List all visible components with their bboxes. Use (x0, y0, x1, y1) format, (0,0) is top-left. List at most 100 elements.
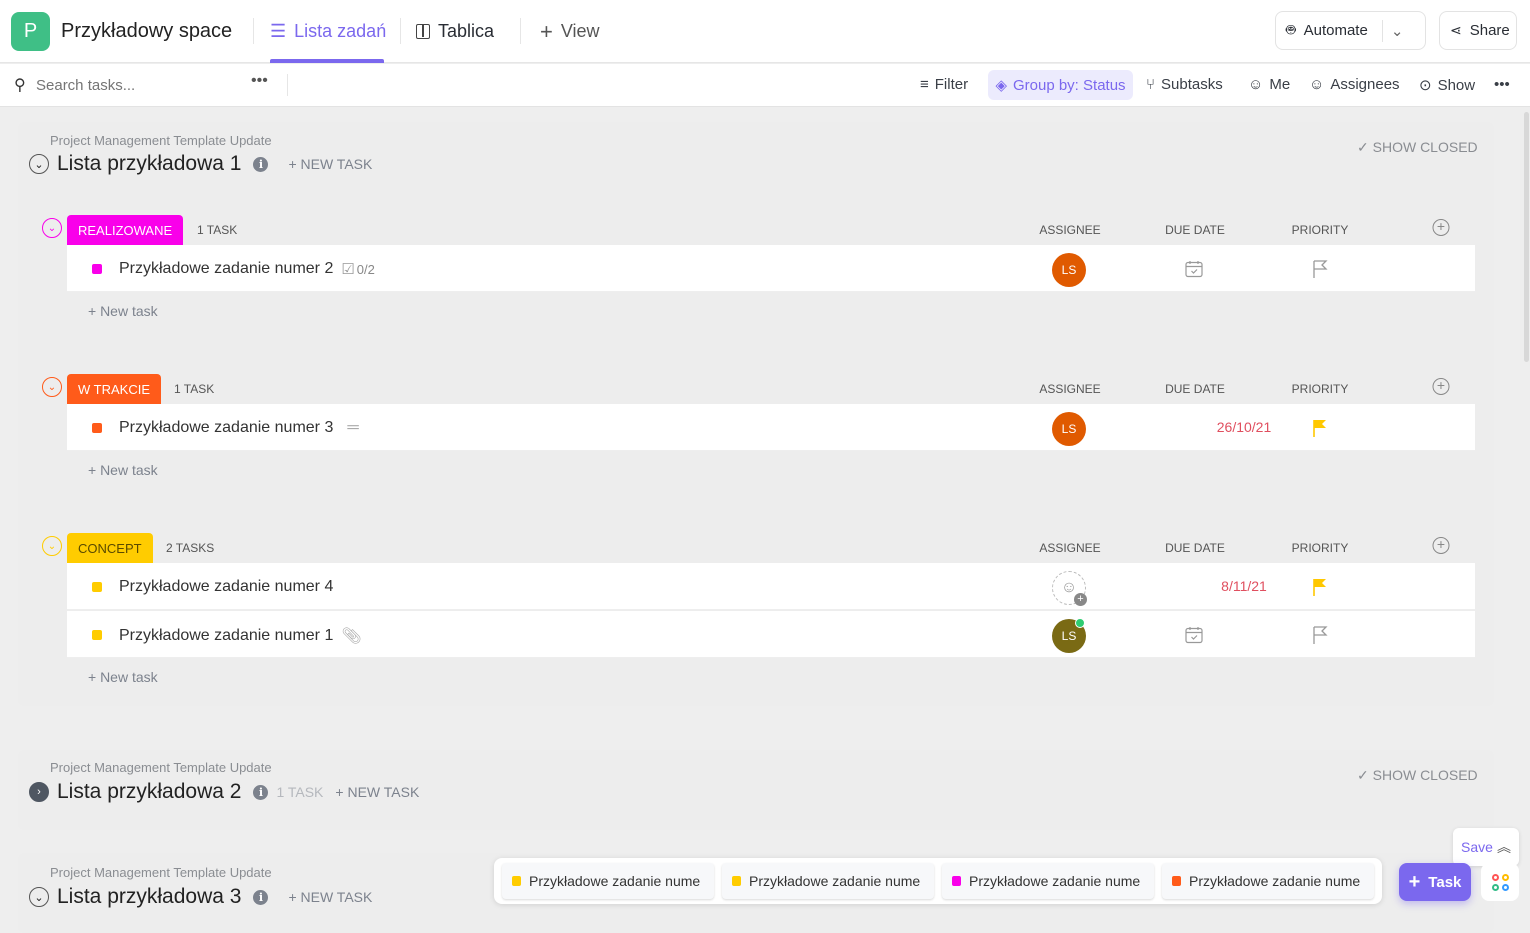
minimized-task-chip[interactable]: Przykładowe zadanie nume (1162, 863, 1374, 899)
list-icon: ☰ (270, 21, 287, 41)
column-header-priority[interactable]: PRIORITY (1292, 541, 1349, 555)
new-task-button[interactable]: + NEW TASK (288, 156, 372, 172)
scrollbar[interactable] (1524, 112, 1529, 362)
checklist-icon[interactable]: ☑ (341, 260, 354, 278)
column-header-assignee[interactable]: ASSIGNEE (1039, 223, 1100, 237)
list-title[interactable]: Lista przykładowa 1 (57, 152, 241, 176)
due-date[interactable]: 26/10/21 (1194, 419, 1294, 435)
status-pill[interactable]: CONCEPT (67, 533, 153, 563)
show-button[interactable]: ⊙ Show (1419, 76, 1475, 95)
more-icon[interactable]: ••• (251, 72, 268, 90)
show-closed-button[interactable]: ✓ SHOW CLOSED (1357, 139, 1478, 156)
tab-tablica[interactable]: Tablica (416, 21, 494, 42)
layers-icon: ◈ (995, 77, 1007, 94)
space-avatar[interactable]: P (11, 12, 50, 51)
column-header-assignee[interactable]: ASSIGNEE (1039, 382, 1100, 396)
automate-button[interactable]: 🤖︎ Automate ⌄ (1275, 11, 1426, 50)
chip-label: Przykładowe zadanie nume (749, 873, 921, 889)
divider (287, 74, 288, 96)
priority-flag-icon[interactable] (1311, 259, 1329, 284)
calendar-icon[interactable] (1184, 625, 1204, 650)
more-icon[interactable]: ••• (1494, 76, 1510, 93)
column-header-due-date[interactable]: DUE DATE (1165, 541, 1225, 555)
info-icon[interactable]: i (253, 156, 269, 172)
minimized-task-chip[interactable]: Przykładowe zadanie nume (942, 863, 1154, 899)
calendar-icon[interactable] (1184, 259, 1204, 284)
status-dot[interactable] (92, 630, 102, 640)
new-task-button[interactable]: + NEW TASK (335, 784, 419, 800)
task-name[interactable]: Przykładowe zadanie numer 4 (119, 578, 333, 596)
status-dot[interactable] (92, 423, 102, 433)
assignees-button[interactable]: ☺ Assignees (1309, 76, 1400, 93)
collapse-icon[interactable]: ⌄ (29, 154, 49, 174)
column-header-assignee[interactable]: ASSIGNEE (1039, 541, 1100, 555)
save-button[interactable]: Save ︽ (1453, 828, 1519, 866)
task-row[interactable]: Przykładowe zadanie numer 3 ═ LS 26/10/21 (67, 404, 1475, 451)
column-header-priority[interactable]: PRIORITY (1292, 382, 1349, 396)
avatar[interactable]: LS (1052, 412, 1086, 446)
task-count: 1 TASK (276, 784, 324, 800)
info-icon[interactable]: i (253, 889, 269, 905)
info-icon[interactable]: i (253, 784, 269, 800)
column-header-due-date[interactable]: DUE DATE (1165, 382, 1225, 396)
subtasks-button[interactable]: ⑂ Subtasks (1146, 76, 1223, 93)
priority-flag-icon[interactable] (1311, 577, 1329, 602)
task-name[interactable]: Przykładowe zadanie numer 1 (119, 627, 333, 645)
list-title[interactable]: Lista przykładowa 3 (57, 885, 241, 909)
priority-flag-icon[interactable] (1311, 625, 1329, 650)
task-row[interactable]: Przykładowe zadanie numer 4 ☺ + 8/11/21 (67, 563, 1475, 610)
new-task-button[interactable]: + New task (88, 462, 158, 478)
new-task-button[interactable]: + New task (88, 303, 158, 319)
search-input[interactable] (36, 74, 236, 96)
status-pill[interactable]: REALIZOWANE (67, 215, 184, 245)
divider (253, 18, 254, 44)
group-by-button[interactable]: ◈ Group by: Status (988, 70, 1133, 100)
filter-button[interactable]: ≡ Filter (920, 76, 968, 93)
minimized-task-chip[interactable]: Przykładowe zadanie nume (502, 863, 714, 899)
avatar[interactable]: LS (1052, 253, 1086, 287)
status-dot[interactable] (92, 582, 102, 592)
attachment-icon[interactable]: 📎︎ (341, 626, 361, 646)
minimized-task-chip[interactable]: Przykładowe zadanie nume (722, 863, 934, 899)
add-column-icon[interactable]: + (1432, 537, 1450, 554)
task-row[interactable]: Przykładowe zadanie numer 2 ☑ 0/2 LS (67, 245, 1475, 292)
new-task-button[interactable]: + NEW TASK (288, 889, 372, 905)
add-task-button[interactable]: + Task (1399, 863, 1471, 901)
task-name[interactable]: Przykładowe zadanie numer 2 (119, 260, 333, 278)
divider (520, 18, 521, 44)
due-date[interactable]: 8/11/21 (1194, 578, 1294, 594)
new-task-button[interactable]: + New task (88, 669, 158, 685)
task-row[interactable]: Przykładowe zadanie numer 1 📎︎ LS (67, 611, 1475, 658)
add-assignee-icon[interactable]: ☺ + (1052, 571, 1087, 606)
list-title[interactable]: Lista przykładowa 2 (57, 780, 241, 804)
chevron-down-icon[interactable]: ⌄ (1391, 22, 1404, 40)
status-pill[interactable]: W TRAKCIE (67, 374, 161, 404)
collapse-icon[interactable]: ⌄ (42, 377, 62, 397)
list-title-row: ⌄ Lista przykładowa 1 i + NEW TASK (29, 152, 372, 176)
add-column-icon[interactable]: + (1432, 378, 1450, 395)
top-header: P Przykładowy space ☰ Lista zadań Tablica… (0, 0, 1530, 63)
show-closed-label: SHOW CLOSED (1372, 139, 1478, 155)
add-view-button[interactable]: + View (540, 20, 600, 42)
priority-flag-icon[interactable] (1311, 418, 1329, 443)
minimized-tasks-tray: Przykładowe zadanie nume Przykładowe zada… (494, 858, 1382, 904)
expand-icon[interactable]: › (29, 782, 49, 802)
task-name[interactable]: Przykładowe zadanie numer 3 (119, 419, 333, 437)
collapse-icon[interactable]: ⌄ (29, 887, 49, 907)
tab-lista-zadan[interactable]: ☰ Lista zadań (270, 21, 386, 42)
share-button[interactable]: ⋖ Share (1439, 11, 1517, 50)
status-dot (512, 876, 521, 886)
space-name[interactable]: Przykładowy space (61, 20, 232, 43)
task-count: 1 TASK (197, 223, 238, 237)
show-closed-button[interactable]: ✓ SHOW CLOSED (1357, 767, 1478, 784)
automate-label: Automate (1303, 22, 1368, 39)
add-column-icon[interactable]: + (1432, 219, 1450, 236)
share-icon: ⋖ (1450, 22, 1462, 38)
collapse-icon[interactable]: ⌄ (42, 218, 62, 238)
apps-icon[interactable] (1481, 863, 1519, 901)
column-header-priority[interactable]: PRIORITY (1292, 223, 1349, 237)
column-header-due-date[interactable]: DUE DATE (1165, 223, 1225, 237)
status-dot[interactable] (92, 264, 102, 274)
me-button[interactable]: ☺ Me (1248, 76, 1290, 93)
collapse-icon[interactable]: ⌄ (42, 536, 62, 556)
